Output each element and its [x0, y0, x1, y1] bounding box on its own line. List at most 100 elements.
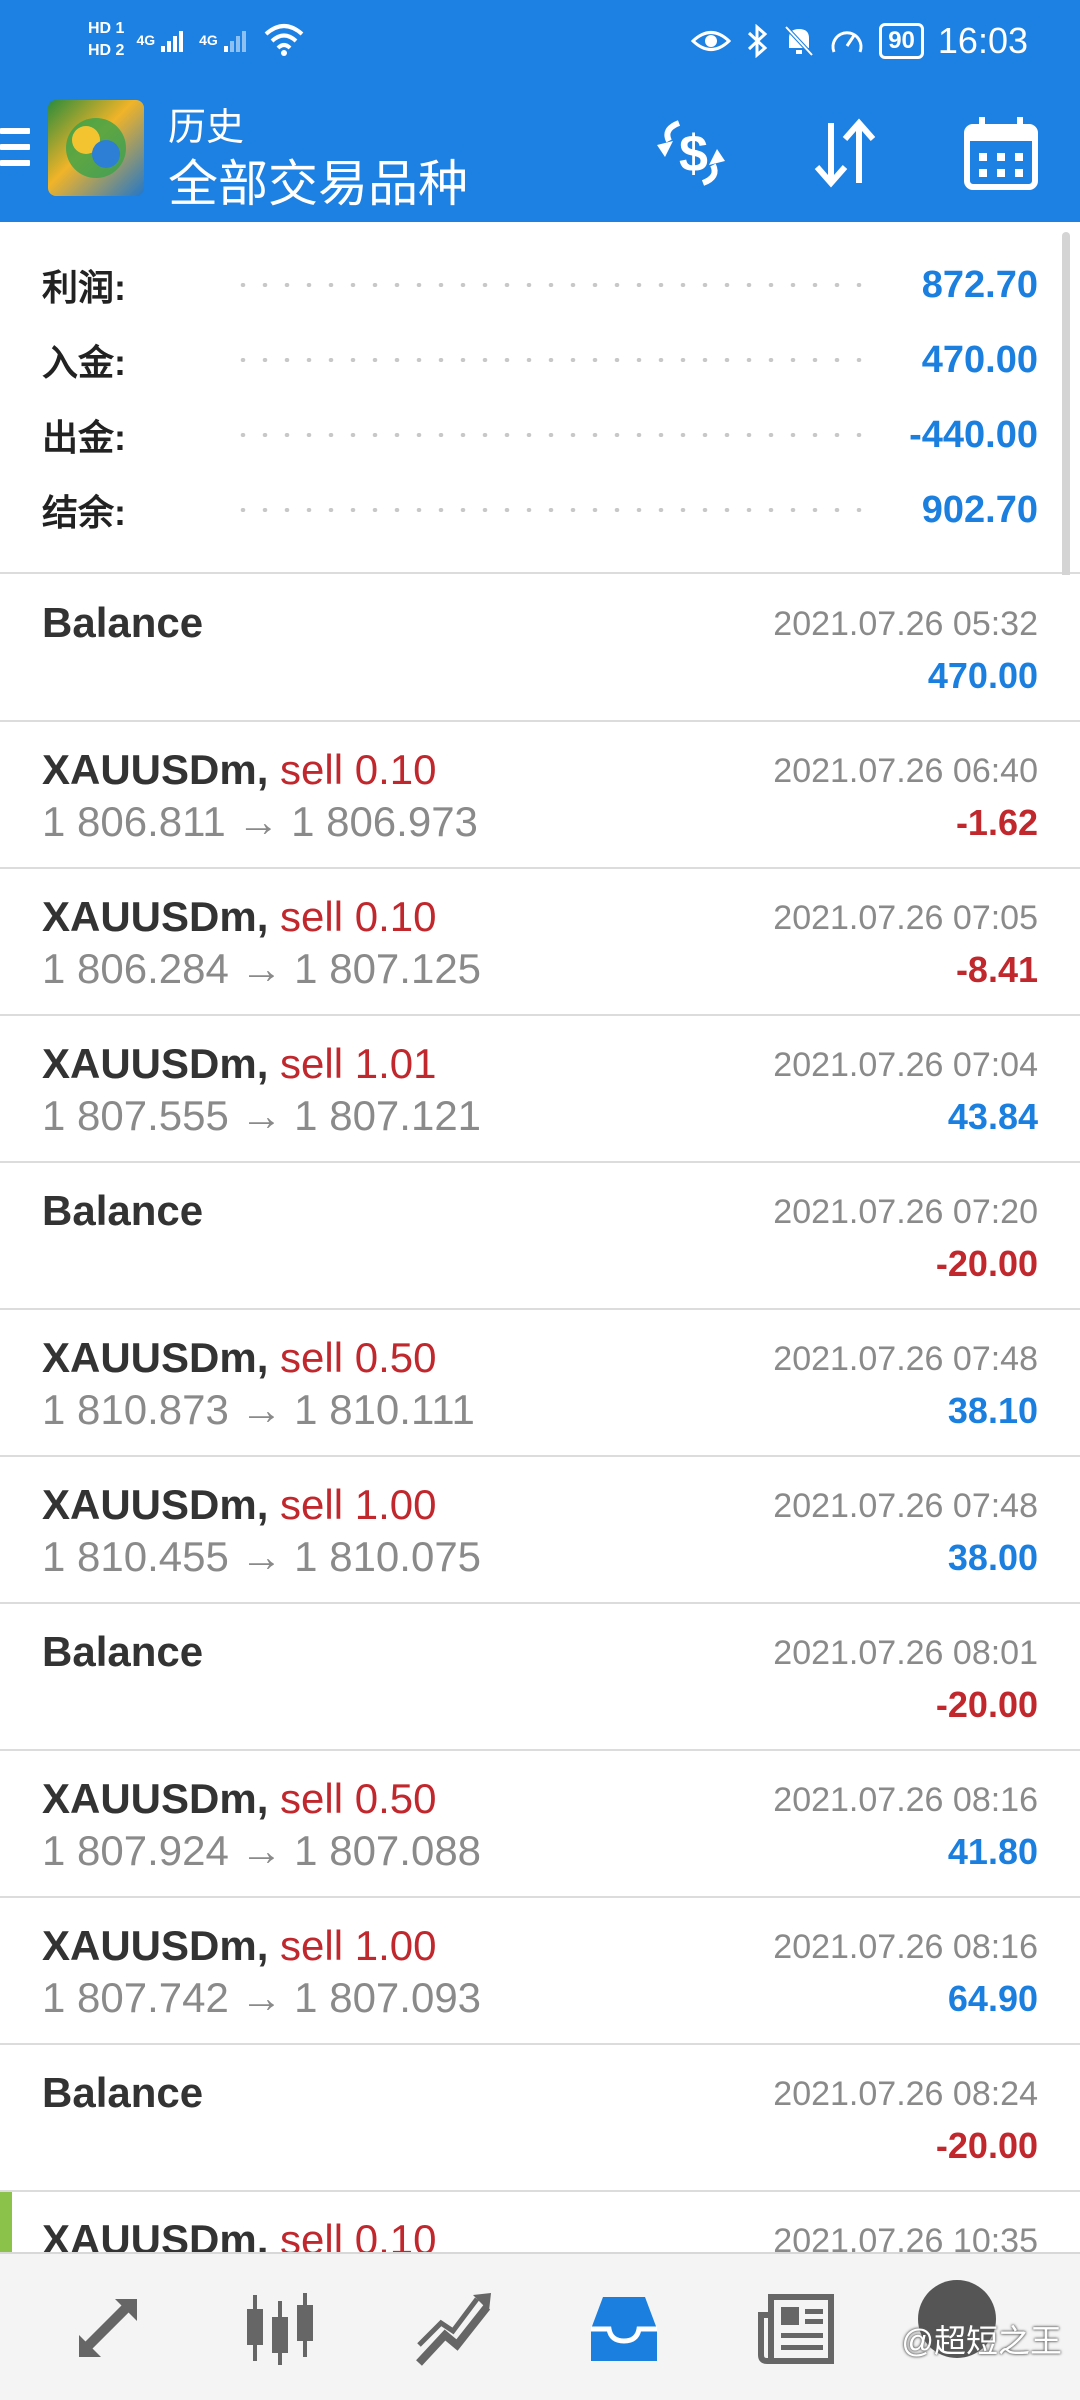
row-time: 2021.07.26 07:05 [773, 899, 1038, 937]
row-prices: 1 810.873 → 1 810.111 [42, 1386, 475, 1433]
row-side: sell 1.01 [280, 1040, 437, 1087]
history-icon[interactable] [574, 2278, 674, 2378]
row-side: sell 1.00 [280, 1481, 437, 1528]
summary-profit: 利润: 872.70 [42, 255, 1038, 315]
menu-icon[interactable] [0, 128, 30, 172]
row-profit: 38.10 [947, 1390, 1038, 1431]
row-time: 2021.07.26 08:24 [773, 2075, 1038, 2113]
dot-leader [232, 358, 866, 362]
status-right: 90 16:03 [691, 14, 1028, 68]
list-item[interactable]: XAUUSDm, sell 0.10 1 806.284 → 1 807.125… [0, 869, 1080, 1016]
page-title[interactable]: 全部交易品种 [168, 144, 468, 216]
signal-2: 4G [199, 26, 250, 54]
network-type-1: 4G [136, 32, 156, 48]
network-type-2: 4G [199, 32, 218, 48]
row-side: sell 0.50 [280, 1775, 437, 1822]
clock: 16:03 [937, 20, 1028, 61]
list-item[interactable]: XAUUSDm, sell 1.01 1 807.555 → 1 807.121… [0, 1016, 1080, 1163]
row-side: sell 1.00 [280, 1922, 437, 1969]
row-time: 2021.07.26 07:48 [773, 1487, 1038, 1525]
deposit-value: 470.00 [921, 338, 1038, 381]
row-symbol: XAUUSDm, sell 0.50 [42, 1775, 437, 1822]
row-side: sell 0.50 [280, 1334, 437, 1381]
row-symbol: XAUUSDm, sell 0.50 [42, 1334, 437, 1381]
row-profit: -1.62 [955, 802, 1038, 843]
row-prices: 1 807.742 → 1 807.093 [42, 1974, 482, 2021]
row-symbol: Balance [42, 599, 204, 646]
profit-value: 872.70 [921, 263, 1038, 306]
watermark: @超短之王 [901, 2323, 1063, 2359]
calendar-icon[interactable] [956, 108, 1046, 198]
summary-balance: 结余: 902.70 [42, 480, 1038, 540]
signal-icon [223, 31, 246, 52]
deposit-label: 入金: [42, 342, 126, 383]
trade-icon[interactable] [404, 2278, 504, 2378]
row-symbol: XAUUSDm, sell 1.01 [42, 1040, 437, 1087]
row-prices: 1 806.284 → 1 807.125 [42, 945, 482, 992]
list-item[interactable]: Balance 2021.07.26 08:01 -20.00 [0, 1604, 1080, 1751]
list-item[interactable]: XAUUSDm, sell 0.50 1 810.873 → 1 810.111… [0, 1310, 1080, 1457]
row-symbol: XAUUSDm, sell 1.00 [42, 1481, 437, 1528]
sort-icon[interactable] [800, 108, 890, 198]
row-profit: 470.00 [927, 655, 1038, 696]
list-item[interactable]: XAUUSDm, sell 0.50 1 807.924 → 1 807.088… [0, 1751, 1080, 1898]
dot-leader [232, 283, 866, 287]
list-item[interactable]: Balance 2021.07.26 05:32 470.00 [0, 575, 1080, 722]
wifi-icon [264, 24, 304, 56]
quotes-icon[interactable] [58, 2278, 158, 2378]
eye-icon [691, 31, 732, 51]
row-time: 2021.07.26 07:20 [773, 1193, 1038, 1231]
row-profit: -20.00 [935, 2125, 1038, 2166]
balance-label: 结余: [42, 492, 126, 533]
row-side: sell 0.10 [280, 893, 437, 940]
row-symbol: XAUUSDm, sell 0.10 [42, 893, 437, 940]
withdraw-value: -440.00 [909, 413, 1038, 456]
svg-text:$: $ [679, 125, 708, 183]
dot-leader [232, 508, 866, 512]
signal-1: 4G [136, 26, 187, 54]
list-item[interactable]: XAUUSDm, sell 0.10 1 806.811 → 1 806.973… [0, 722, 1080, 869]
row-time: 2021.07.26 07:04 [773, 1046, 1038, 1084]
status-left: HD 1 HD 2 4G 4G [88, 10, 306, 70]
page-subtitle: 历史 [168, 107, 245, 149]
withdraw-label: 出金: [42, 417, 126, 458]
sim-indicators: HD 1 HD 2 [88, 20, 124, 60]
sim2-label: HD 2 [88, 42, 125, 59]
currency-exchange-icon[interactable]: $ [646, 108, 736, 198]
row-symbol: XAUUSDm, sell 1.00 [42, 1922, 437, 1969]
profit-label: 利润: [42, 267, 126, 308]
list-item[interactable]: XAUUSDm, sell 1.00 1 810.455 → 1 810.075… [0, 1457, 1080, 1604]
app-logo-icon[interactable] [48, 100, 144, 196]
summary-deposit: 入金: 470.00 [42, 330, 1038, 390]
row-profit: -8.41 [955, 949, 1038, 990]
mute-bell-icon [784, 25, 814, 57]
row-time: 2021.07.26 05:32 [773, 605, 1038, 643]
bottom-nav: @超短之王 [0, 2252, 1080, 2400]
balance-value: 902.70 [921, 488, 1038, 531]
row-prices: 1 807.924 → 1 807.088 [42, 1827, 482, 1874]
scrollbar[interactable] [1062, 232, 1070, 584]
chart-icon[interactable] [230, 2278, 330, 2378]
row-time: 2021.07.26 06:40 [773, 752, 1038, 790]
bluetooth-icon [748, 24, 768, 58]
row-profit: 41.80 [947, 1831, 1038, 1872]
row-symbol: Balance [42, 1628, 204, 1675]
list-item[interactable]: Balance 2021.07.26 07:20 -20.00 [0, 1163, 1080, 1310]
row-symbol: XAUUSDm, sell 0.10 [42, 746, 437, 793]
news-icon[interactable] [748, 2278, 848, 2378]
battery-indicator: 90 [879, 23, 924, 59]
sim1-label: HD 1 [88, 20, 125, 37]
summary-withdraw: 出金: -440.00 [42, 405, 1038, 465]
row-time: 2021.07.26 08:16 [773, 1928, 1038, 1966]
list-item[interactable]: XAUUSDm, sell 1.00 1 807.742 → 1 807.093… [0, 1898, 1080, 2045]
row-symbol: Balance [42, 2069, 204, 2116]
row-prices: 1 806.811 → 1 806.973 [42, 798, 478, 845]
summary-panel: 利润: 872.70 入金: 470.00 出金: -440.00 结余: 90… [0, 222, 1080, 574]
status-bar: HD 1 HD 2 4G 4G 90 16:03 [0, 0, 1080, 82]
app-bar: 历史 全部交易品种 $ [0, 82, 1080, 222]
row-profit: -20.00 [935, 1684, 1038, 1725]
list-item[interactable]: Balance 2021.07.26 08:24 -20.00 [0, 2045, 1080, 2192]
row-side: sell 0.10 [280, 746, 437, 793]
row-profit: 43.84 [947, 1096, 1038, 1137]
speed-icon [831, 31, 863, 53]
